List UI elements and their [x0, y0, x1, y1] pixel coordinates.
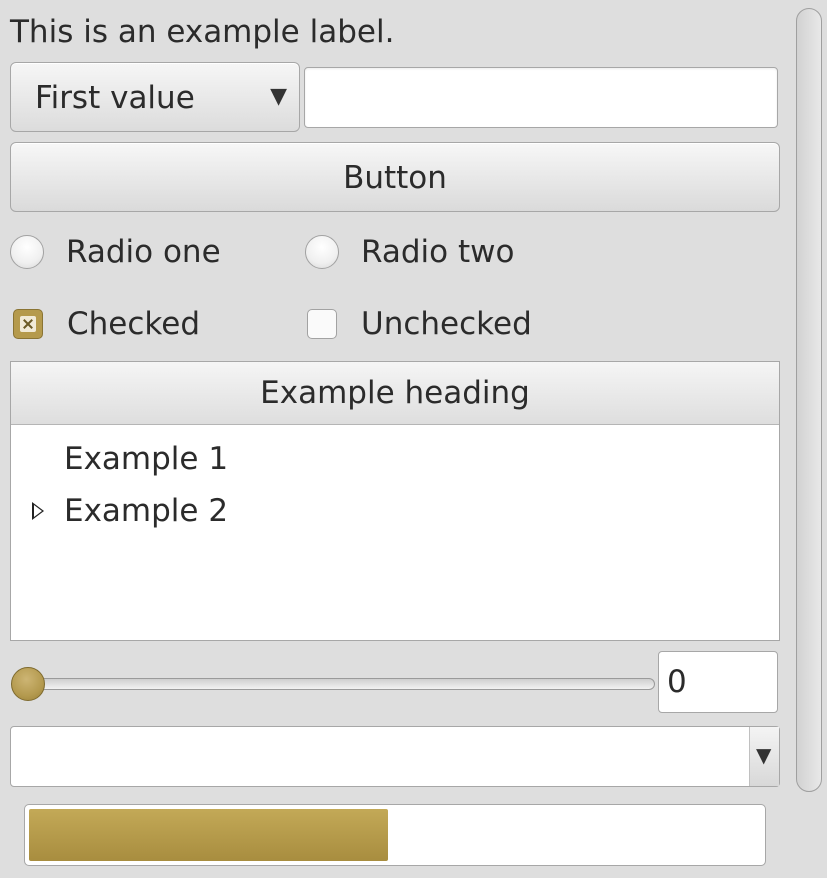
- tree-item[interactable]: Example 1: [11, 434, 779, 484]
- radio-one-label: Radio one: [66, 234, 221, 270]
- checkbox-unchecked-icon[interactable]: [307, 309, 337, 339]
- text-input[interactable]: [304, 67, 778, 128]
- checkbox-unchecked-label: Unchecked: [361, 306, 532, 342]
- tree-item-label: Example 1: [64, 441, 229, 477]
- editable-combo-box[interactable]: ▼: [10, 726, 780, 787]
- tree-view[interactable]: Example heading Example 1 Example 2: [10, 361, 780, 641]
- push-button[interactable]: Button: [10, 142, 780, 212]
- vertical-scrollbar[interactable]: [796, 8, 822, 792]
- checkbox-unchecked[interactable]: Unchecked: [307, 304, 532, 344]
- radio-two-label: Radio two: [361, 234, 515, 270]
- combo-selected-value: First value: [35, 80, 195, 116]
- radio-indicator-icon[interactable]: [305, 235, 339, 269]
- slider-groove[interactable]: [30, 678, 655, 690]
- dropdown-arrow-icon: ▼: [270, 84, 287, 109]
- checkbox-checked[interactable]: Checked: [13, 304, 200, 344]
- progress-fill: [29, 809, 388, 861]
- tree-item[interactable]: Example 2: [11, 486, 779, 536]
- checkbox-checked-label: Checked: [67, 306, 201, 342]
- value-combo-box[interactable]: First value ▼: [10, 62, 300, 132]
- tree-column-header[interactable]: Example heading: [11, 362, 779, 425]
- example-label: This is an example label.: [10, 14, 395, 50]
- slider-handle[interactable]: [11, 667, 45, 701]
- tree-item-label: Example 2: [64, 493, 229, 529]
- radio-indicator-icon[interactable]: [10, 235, 44, 269]
- check-mark-icon: [20, 316, 36, 332]
- combo-dropdown-button[interactable]: ▼: [749, 727, 779, 786]
- radio-one[interactable]: Radio one: [10, 232, 221, 272]
- checkbox-checked-icon[interactable]: [13, 309, 43, 339]
- expand-arrow-icon[interactable]: [32, 502, 44, 520]
- progress-bar: [24, 804, 766, 866]
- radio-two[interactable]: Radio two: [305, 232, 514, 272]
- dropdown-arrow-icon: ▼: [756, 743, 772, 767]
- spin-box[interactable]: 0: [658, 651, 778, 713]
